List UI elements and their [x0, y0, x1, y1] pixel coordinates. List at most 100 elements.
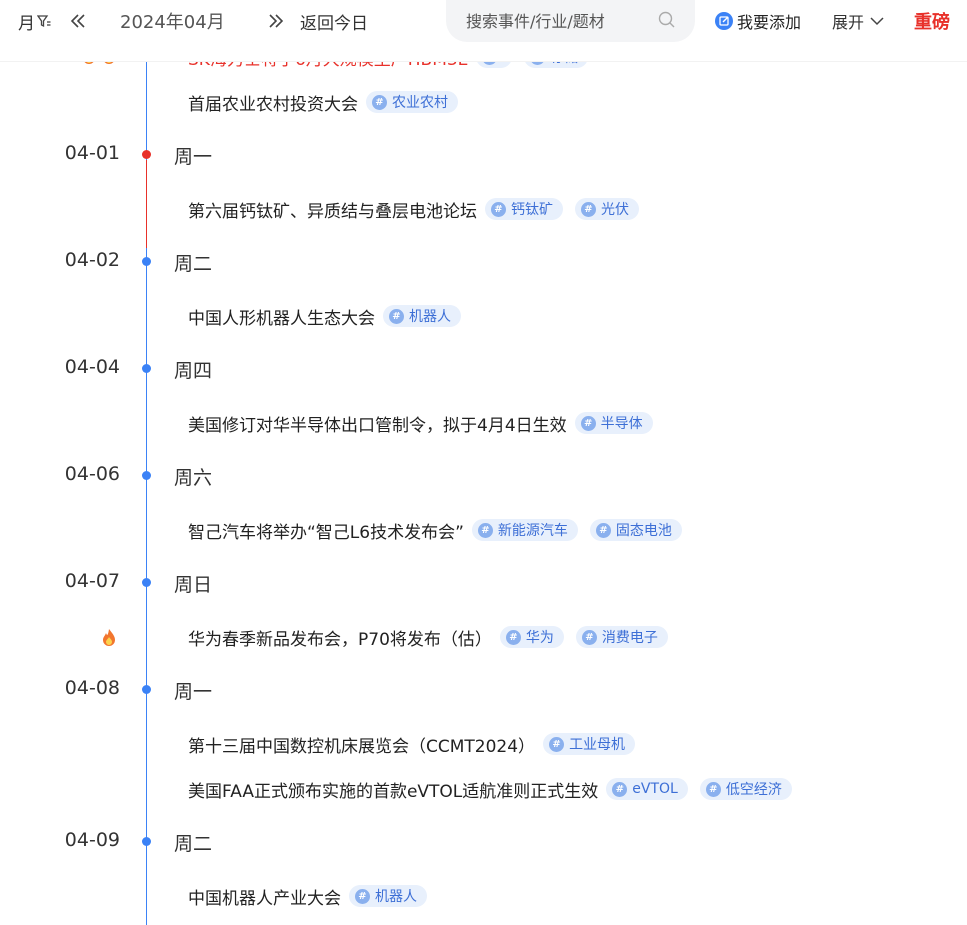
event-tag[interactable]: # 固态电池: [589, 519, 682, 541]
tag-label: 低空经济: [725, 782, 782, 798]
fire-icon: [100, 628, 118, 648]
date-header: 04-08 周一: [0, 674, 400, 704]
date-label: 04-07: [64, 570, 120, 592]
event-tag[interactable]: # 工业母机: [543, 733, 636, 755]
event-item[interactable]: 第十三届中国数控机床展览会（CCMT2024） # 工业母机: [188, 731, 636, 757]
hashtag-icon: #: [705, 781, 721, 797]
tag-label: 消费电子: [601, 630, 658, 646]
event-tag[interactable]: # 农业农村: [366, 91, 458, 113]
event-item[interactable]: 华为春季新品发布会，P70将发布（估） # 华为 # 消费电子: [188, 624, 668, 650]
hashtag-icon: #: [581, 201, 596, 217]
hashtag-icon: #: [491, 201, 506, 217]
weekday-label: 周二: [174, 253, 213, 275]
event-title: 首届农业农村投资大会: [188, 94, 358, 115]
timeline-dot: [142, 364, 151, 373]
event-title: 美国修订对华半导体出口管制令，拟于4月4日生效: [188, 415, 567, 436]
tag-label: 半导体: [600, 416, 643, 432]
event-title: 美国FAA正式颁布实施的首款eVTOL适航准则正式生效: [188, 781, 599, 802]
timeline-dot: [142, 837, 151, 846]
event-tag[interactable]: # 新能源汽车: [471, 519, 578, 541]
event-item[interactable]: 首届农业农村投资大会 # 农业农村: [188, 89, 458, 115]
tag-label: 钙钛矿: [511, 202, 553, 218]
timeline-dot: [142, 685, 151, 694]
event-tag[interactable]: # 光伏: [575, 198, 639, 220]
edit-icon: [715, 12, 733, 30]
event-tag[interactable]: # 机器人: [383, 305, 461, 327]
weekday-label: 周一: [174, 681, 213, 703]
weekday-label: 周二: [174, 833, 213, 855]
hashtag-icon: #: [505, 629, 521, 645]
weekday-label: 周日: [174, 574, 213, 596]
prev-month-button[interactable]: [66, 8, 90, 34]
date-header: 04-01 周一: [0, 139, 400, 169]
month-view-toggle[interactable]: 月: [18, 8, 51, 34]
hashtag-icon: #: [580, 415, 596, 431]
tag-label: 新能源汽车: [497, 523, 568, 539]
add-event-button[interactable]: 我要添加: [715, 8, 801, 34]
tag-label: eVTOL: [632, 781, 678, 797]
event-title: 华为春季新品发布会，P70将发布（估）: [188, 629, 492, 650]
timeline-dot: [142, 578, 151, 587]
date-label: 04-08: [64, 677, 120, 699]
hashtag-icon: #: [355, 888, 370, 904]
event-item[interactable]: 第六届钙钛矿、异质结与叠层电池论坛 # 钙钛矿 # 光伏: [188, 196, 639, 222]
major-events-filter[interactable]: 重磅: [914, 8, 950, 34]
event-tag[interactable]: # eVTOL: [606, 778, 688, 800]
current-month[interactable]: 2024年04月: [120, 8, 225, 34]
hashtag-icon: #: [477, 522, 493, 538]
event-tag[interactable]: # 机器人: [349, 885, 427, 907]
add-event-label: 我要添加: [737, 13, 802, 32]
tag-label: 光伏: [601, 202, 629, 218]
back-to-today-button[interactable]: 返回今日: [300, 8, 368, 34]
event-item[interactable]: 智己汽车将举办“智己L6技术发布会” # 新能源汽车 # 固态电池: [188, 517, 682, 543]
toolbar: 月 2024年04月 返回今日 我要添加 展开: [0, 0, 967, 62]
event-title: 第十三届中国数控机床展览会（CCMT2024）: [188, 736, 536, 757]
search-box: [446, 0, 695, 42]
date-label: 04-02: [64, 249, 120, 271]
next-month-button[interactable]: [264, 8, 288, 34]
hashtag-icon: #: [612, 781, 628, 797]
expand-button[interactable]: 展开: [832, 8, 884, 34]
tag-label: 农业农村: [392, 95, 448, 111]
event-tag[interactable]: # 低空经济: [699, 778, 792, 800]
tag-label: 机器人: [409, 309, 451, 325]
date-header: 04-04 周四: [0, 353, 400, 383]
timeline-dot: [142, 471, 151, 480]
event-tag[interactable]: # 钙钛矿: [485, 198, 563, 220]
chevron-down-icon: [870, 17, 884, 26]
date-label: 04-01: [64, 142, 120, 164]
tag-label: 工业母机: [569, 737, 626, 753]
event-title: 第六届钙钛矿、异质结与叠层电池论坛: [188, 201, 477, 222]
timeline-dot: [142, 257, 151, 266]
weekday-label: 周四: [174, 360, 213, 382]
timeline-dot-today: [142, 150, 151, 159]
weekday-label: 周一: [174, 146, 213, 168]
event-tag[interactable]: # 半导体: [574, 412, 653, 434]
event-item[interactable]: 美国FAA正式颁布实施的首款eVTOL适航准则正式生效 # eVTOL # 低空经济: [188, 776, 792, 802]
date-label: 04-06: [64, 463, 120, 485]
event-title: 中国机器人产业大会: [188, 888, 341, 909]
search-icon[interactable]: [657, 10, 677, 30]
hashtag-icon: #: [581, 629, 597, 645]
hashtag-icon: #: [372, 94, 387, 110]
tag-label: 固态电池: [615, 523, 672, 539]
double-chevron-left-icon: [70, 14, 85, 28]
weekday-label: 周六: [174, 467, 213, 489]
event-item[interactable]: 中国机器人产业大会 # 机器人: [188, 883, 427, 909]
tag-label: 华为: [525, 630, 554, 646]
hashtag-icon: #: [549, 736, 565, 752]
filter-icon: [37, 15, 51, 28]
event-title: 中国人形机器人生态大会: [188, 308, 375, 329]
event-item[interactable]: 美国修订对华半导体出口管制令，拟于4月4日生效 # 半导体: [188, 410, 653, 436]
search-input[interactable]: [466, 11, 652, 31]
hashtag-icon: #: [389, 308, 404, 324]
double-chevron-right-icon: [269, 14, 284, 28]
event-title: 智己汽车将举办“智己L6技术发布会”: [188, 522, 464, 543]
event-tag[interactable]: # 消费电子: [575, 626, 668, 648]
event-tag[interactable]: # 华为: [499, 626, 564, 648]
date-header: 04-07 周日: [0, 567, 400, 597]
timeline-line-today: [146, 160, 147, 248]
date-label: 04-09: [64, 829, 120, 851]
event-item[interactable]: 中国人形机器人生态大会 # 机器人: [188, 303, 461, 329]
date-header: 04-02 周二: [0, 246, 400, 276]
